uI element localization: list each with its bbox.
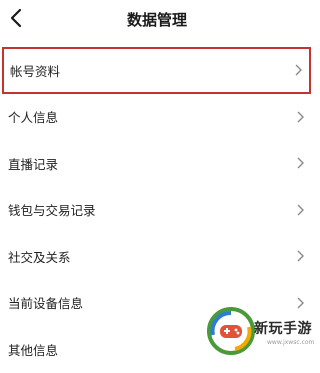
list-item-social-relations[interactable]: 社交及关系	[0, 233, 314, 280]
list-item-label: 个人信息	[8, 110, 59, 126]
list-item-live-records[interactable]: 直播记录	[0, 140, 314, 187]
list-item-label: 社交及关系	[8, 249, 71, 265]
gamepad-logo-icon	[207, 307, 255, 355]
list-item-wallet-transactions[interactable]: 钱包与交易记录	[0, 187, 314, 234]
list-item-label: 帐号资料	[10, 63, 61, 79]
watermark-text: 新玩手游	[254, 321, 312, 337]
chevron-right-icon	[297, 250, 304, 262]
list-item-label: 其他信息	[8, 342, 59, 358]
watermark-url: www.jxwsc.com	[267, 339, 315, 346]
chevron-right-icon	[297, 157, 304, 169]
chevron-right-icon	[297, 111, 304, 123]
list-item-label: 当前设备信息	[8, 296, 84, 312]
page-title: 数据管理	[126, 11, 187, 29]
chevron-right-icon	[297, 204, 304, 216]
list-item-label: 钱包与交易记录	[8, 203, 96, 219]
list-item-personal-info[interactable]: 个人信息	[0, 94, 314, 141]
list-item-account-profile[interactable]: 帐号资料	[2, 47, 311, 94]
watermark: 新玩手游 www.jxwsc.com	[205, 305, 314, 360]
list-item-label: 直播记录	[8, 156, 59, 172]
top-bar: 数据管理	[0, 0, 314, 40]
chevron-right-icon	[295, 64, 302, 76]
